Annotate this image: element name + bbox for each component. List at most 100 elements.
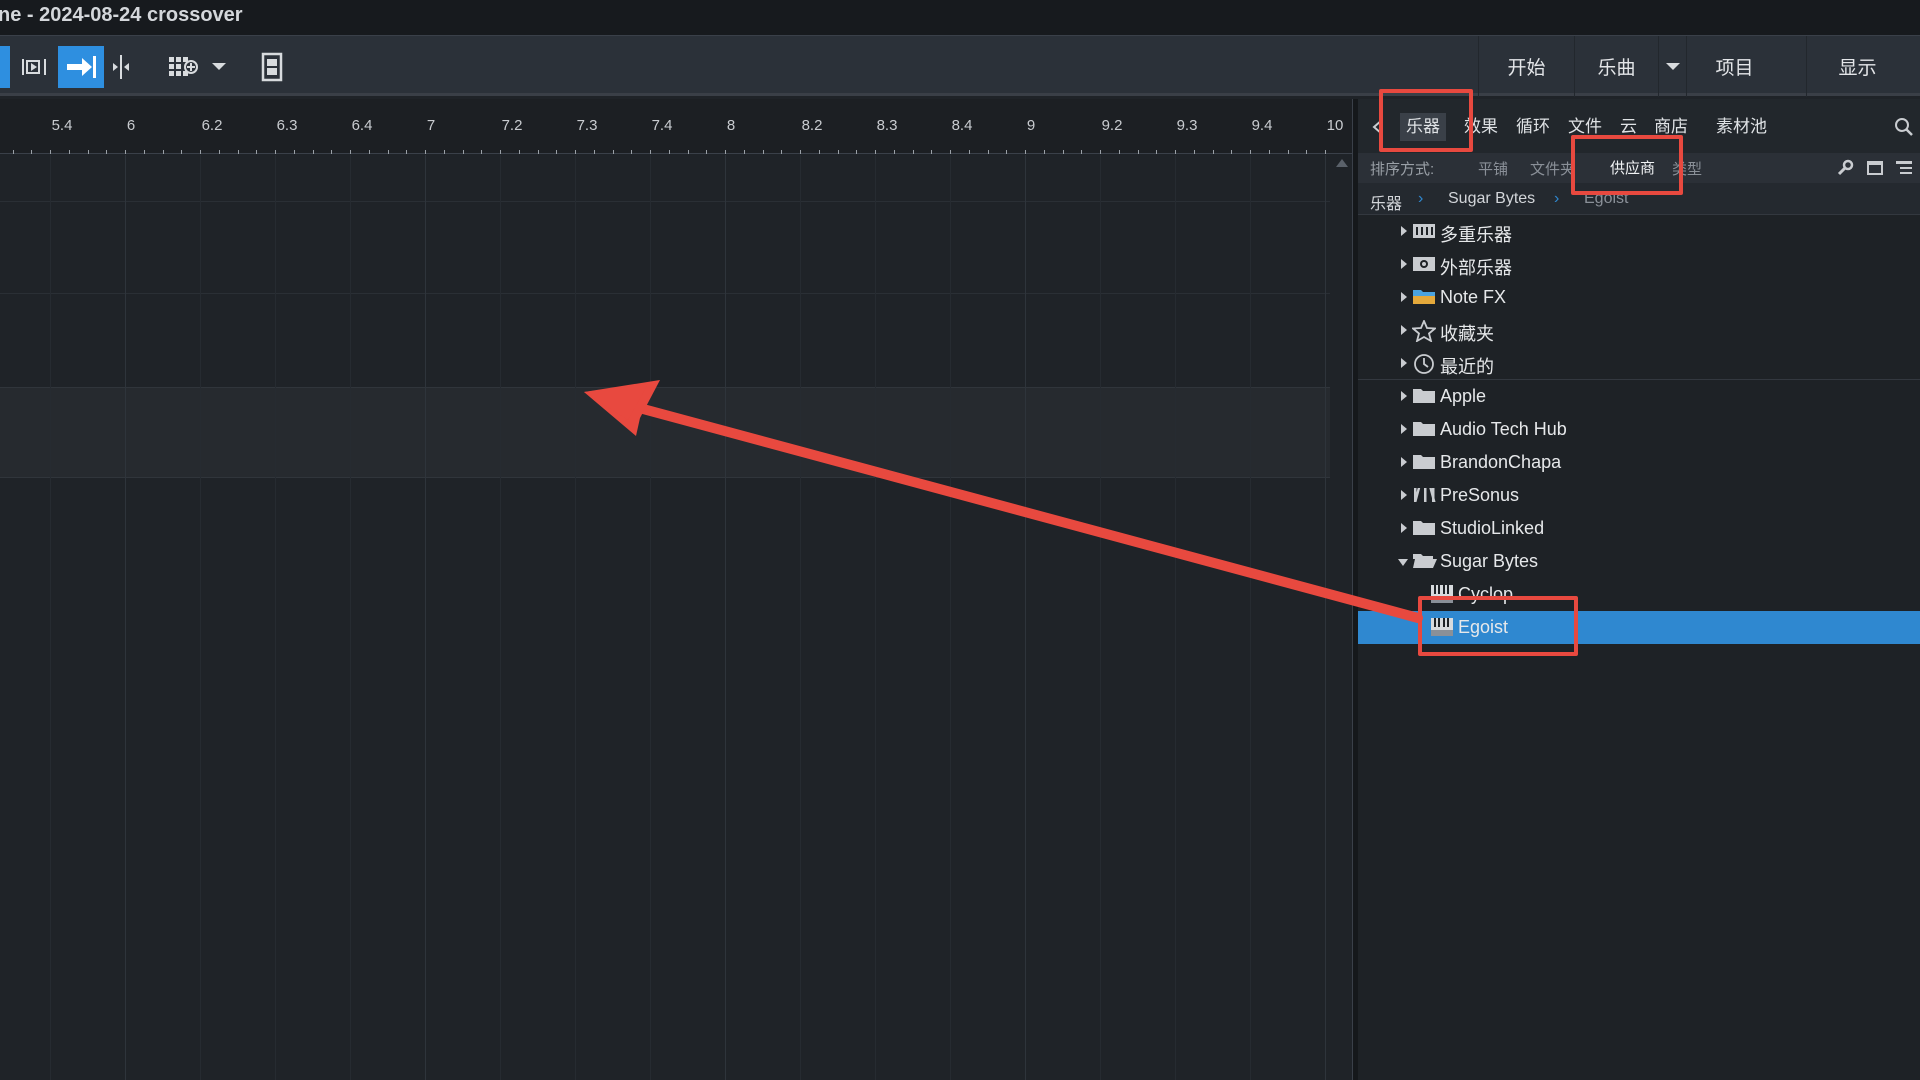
ruler-tick: [763, 150, 764, 154]
breadcrumb-sugar-bytes[interactable]: Sugar Bytes: [1448, 190, 1535, 208]
video-button[interactable]: [255, 46, 289, 88]
ruler-tick: [106, 150, 107, 154]
chevron-down-icon: [1665, 62, 1680, 70]
ruler-tick: [200, 150, 201, 154]
vertical-scrollbar[interactable]: [1330, 155, 1352, 1080]
folder-icon: [1412, 386, 1436, 406]
ruler-tick: [875, 150, 876, 154]
expand-arrow-icon[interactable]: [1401, 391, 1407, 401]
ruler-label: 9: [1026, 117, 1036, 134]
ruler-tick: [969, 150, 970, 154]
expand-arrow-icon[interactable]: [1401, 424, 1407, 434]
tree-item[interactable]: 收藏夹: [1358, 314, 1920, 347]
split-tool-button[interactable]: [108, 46, 134, 88]
grid-line: [1175, 155, 1176, 1080]
ruler-label: 9.2: [1101, 117, 1123, 134]
project-button[interactable]: 项目: [1686, 36, 1782, 97]
tree-item-label: Audio Tech Hub: [1440, 419, 1567, 439]
expand-arrow-icon[interactable]: [1401, 523, 1407, 533]
tab-pool[interactable]: 素材池: [1710, 113, 1773, 141]
external-instrument-icon: [1412, 254, 1436, 274]
ruler-tick: [406, 150, 407, 154]
ruler-label: 8: [726, 117, 736, 134]
expand-arrow-icon[interactable]: [1401, 292, 1407, 302]
window-icon[interactable]: [1866, 159, 1884, 177]
scroll-up-icon[interactable]: [1336, 159, 1348, 167]
grid-line: [200, 155, 201, 1080]
grid-snap-button[interactable]: [163, 46, 203, 88]
autoscroll-button[interactable]: [58, 46, 104, 88]
tab-shop[interactable]: 商店: [1648, 113, 1694, 141]
ruler-tick: [1081, 150, 1082, 154]
ruler-tick: [50, 150, 51, 154]
ruler-tick: [594, 150, 595, 154]
track-grid[interactable]: [0, 155, 1330, 1080]
tree-item[interactable]: 多重乐器: [1358, 215, 1920, 248]
tree-item[interactable]: StudioLinked: [1358, 512, 1920, 545]
ruler-tick: [1063, 150, 1064, 154]
tree-item[interactable]: BrandonChapa: [1358, 446, 1920, 479]
tree-item[interactable]: Apple: [1358, 380, 1920, 413]
song-button[interactable]: 乐曲: [1574, 36, 1658, 97]
tab-files[interactable]: 文件: [1562, 113, 1608, 141]
timeline-ruler[interactable]: 5.4 6 6.2 6.3 6.4 7 7.2 7.3 7.4 8 8.2 8.3 8.4 9 9.2 9.3…: [0, 99, 1352, 154]
home-icon[interactable]: [1372, 119, 1384, 135]
loop-marker-button[interactable]: [17, 46, 51, 88]
tree-item[interactable]: Cyclop: [1358, 578, 1920, 611]
expand-arrow-icon[interactable]: [1401, 325, 1407, 335]
search-icon[interactable]: [1894, 117, 1914, 137]
ruler-tick: [650, 150, 651, 154]
tab-cloud[interactable]: 云: [1614, 113, 1643, 141]
ruler-tick: [500, 150, 501, 154]
tree-item[interactable]: Egoist: [1358, 611, 1920, 644]
tree-item[interactable]: Audio Tech Hub: [1358, 413, 1920, 446]
show-button[interactable]: 显示: [1806, 36, 1908, 97]
tree-item[interactable]: 外部乐器: [1358, 248, 1920, 281]
grid-line: [950, 155, 951, 1080]
expand-arrow-icon[interactable]: [1401, 358, 1407, 368]
expand-arrow-icon[interactable]: [1401, 457, 1407, 467]
tree-item-label: Cyclop: [1458, 584, 1514, 604]
expand-arrow-icon[interactable]: [1401, 490, 1407, 500]
tree-item[interactable]: Note FX: [1358, 281, 1920, 314]
sort-flat[interactable]: 平铺: [1478, 158, 1508, 179]
expand-arrow-icon[interactable]: [1401, 226, 1407, 236]
grid-line: [500, 155, 501, 1080]
ruler-tick: [13, 150, 14, 154]
ruler-label: 10: [1326, 117, 1344, 134]
list-view-icon[interactable]: [1894, 159, 1914, 177]
breadcrumb-instruments[interactable]: 乐器: [1370, 190, 1402, 214]
breadcrumb-egoist[interactable]: Egoist: [1584, 190, 1628, 208]
ruler-tick: [1325, 150, 1326, 154]
song-dropdown-button[interactable]: [1658, 36, 1686, 97]
ruler-tick: [1044, 150, 1045, 154]
sort-vendor[interactable]: 供应商: [1602, 156, 1664, 179]
app-window: ne - 2024-08-24 crossover 开始 乐曲 项目 显示 5.…: [0, 0, 1920, 1080]
expand-arrow-icon[interactable]: [1401, 259, 1407, 269]
tool-edge-button[interactable]: [0, 46, 10, 88]
ruler-label: 7.4: [651, 117, 673, 134]
ruler-tick: [931, 150, 932, 154]
tab-effects[interactable]: 效果: [1458, 113, 1504, 141]
ruler-tick: [388, 150, 389, 154]
sort-type[interactable]: 类型: [1672, 158, 1702, 179]
tree-item[interactable]: PreSonus: [1358, 479, 1920, 512]
ruler-label: 8.2: [801, 117, 823, 134]
arrange-view[interactable]: 5.4 6 6.2 6.3 6.4 7 7.2 7.3 7.4 8 8.2 8.3 8.4 9 9.2 9.3…: [0, 99, 1352, 1080]
ruler-tick: [481, 150, 482, 154]
start-button[interactable]: 开始: [1478, 36, 1574, 97]
tree-item[interactable]: 最近的: [1358, 347, 1920, 380]
tab-loops[interactable]: 循环: [1510, 113, 1556, 141]
split-icon: [113, 55, 129, 79]
tab-instruments[interactable]: 乐器: [1400, 113, 1446, 141]
ruler-tick: [69, 150, 70, 154]
tree-item[interactable]: Sugar Bytes: [1358, 545, 1920, 578]
title-bar: ne - 2024-08-24 crossover: [0, 0, 1920, 35]
wrench-icon[interactable]: [1836, 159, 1854, 177]
sort-folder[interactable]: 文件夹: [1530, 158, 1575, 179]
ruler-tick: [800, 150, 801, 154]
grid-dropdown-button[interactable]: [208, 46, 230, 88]
grid-line: [350, 155, 351, 1080]
grid-line: [1250, 155, 1251, 1080]
expand-arrow-open-icon[interactable]: [1398, 559, 1408, 566]
